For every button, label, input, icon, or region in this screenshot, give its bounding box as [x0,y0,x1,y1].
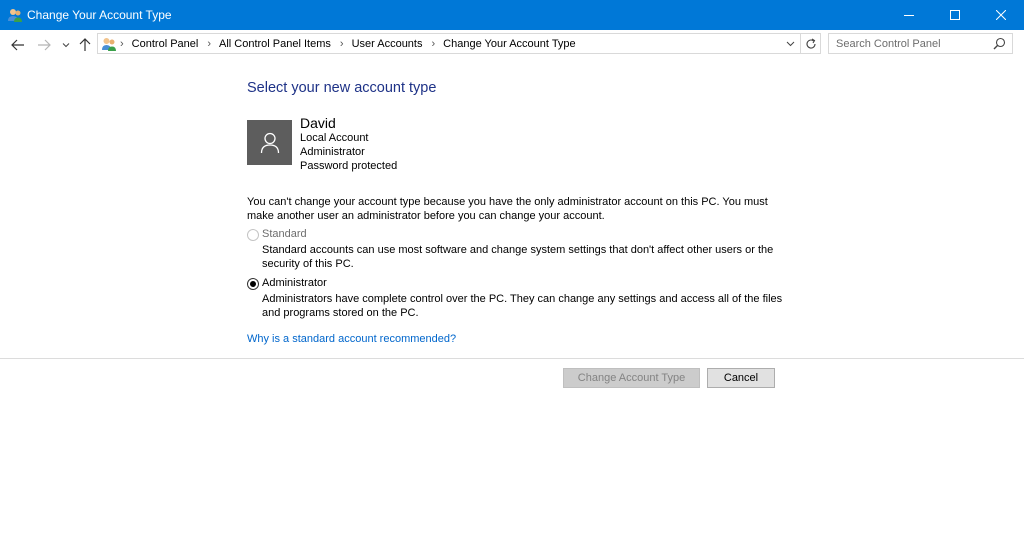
close-icon [996,10,1006,20]
chevron-down-icon [62,43,70,48]
breadcrumb-separator-icon: › [120,38,124,50]
cancel-button[interactable]: Cancel [707,368,775,388]
notice-text: You can't change your account type becau… [247,196,768,222]
user-accounts-icon [7,7,23,23]
minimize-button[interactable] [886,0,932,30]
close-button[interactable] [978,0,1024,30]
arrow-up-icon [79,38,91,51]
back-button[interactable] [10,37,26,53]
chevron-down-icon [786,41,794,47]
breadcrumb-separator-icon[interactable]: › [207,38,211,50]
avatar [247,120,292,165]
window-title: Change Your Account Type [27,8,172,22]
recent-locations-button[interactable] [58,37,74,53]
user-name: David [300,115,336,131]
account-kind: Local Account [300,132,369,144]
breadcrumb-separator-icon[interactable]: › [340,38,344,50]
breadcrumb-item-user-accounts[interactable]: User Accounts [352,38,423,50]
account-role: Administrator [300,146,365,158]
arrow-left-icon [11,39,24,51]
address-bar[interactable]: › Control Panel › All Control Panel Item… [97,33,821,54]
title-bar: Change Your Account Type [0,0,1024,30]
administrator-label[interactable]: Administrator [262,277,327,289]
breadcrumb: › Control Panel › All Control Panel Item… [120,38,585,50]
account-password-status: Password protected [300,160,398,172]
standard-radio[interactable] [247,229,259,241]
breadcrumb-item-change-account-type[interactable]: Change Your Account Type [443,38,576,50]
search-icon[interactable] [993,37,1006,53]
forward-button[interactable] [36,37,52,53]
breadcrumb-item-all-control-panel-items[interactable]: All Control Panel Items [219,38,331,50]
change-account-type-button[interactable]: Change Account Type [563,368,700,388]
standard-description: Standard accounts can use most software … [262,244,774,270]
minimize-icon [904,15,914,16]
refresh-icon [806,38,816,49]
administrator-description: Administrators have complete control ove… [262,293,783,319]
maximize-button[interactable] [932,0,978,30]
divider [0,358,1024,359]
control-panel-icon [101,36,117,52]
help-link[interactable]: Why is a standard account recommended? [247,333,456,345]
breadcrumb-separator-icon[interactable]: › [431,38,435,50]
page-title: Select your new account type [247,80,437,96]
arrow-right-icon [38,39,51,51]
administrator-radio[interactable] [247,278,259,290]
refresh-button[interactable] [800,33,821,54]
maximize-icon [950,10,960,20]
search-input[interactable] [829,34,996,53]
user-icon [260,132,279,153]
address-history-button[interactable] [782,36,798,52]
search-box[interactable] [828,33,1013,54]
up-button[interactable] [77,37,93,53]
breadcrumb-item-control-panel[interactable]: Control Panel [132,38,199,50]
standard-label[interactable]: Standard [262,228,307,240]
